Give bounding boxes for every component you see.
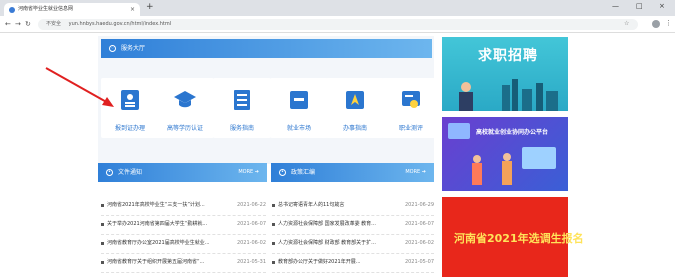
list-item[interactable]: 河南省教育厅关于组织开展第五届河南省“... 2021-05-31 <box>101 254 266 273</box>
list-item[interactable]: 河南省2021年高校毕业生“三支一扶”计划... 2021-06-22 <box>101 197 266 216</box>
tab-title: 河南省毕业生就业信息网 <box>18 6 74 12</box>
list-item[interactable]: 教育部办公厅关于做好2021年开展... 2021-05-07 <box>272 254 434 273</box>
browser-tab[interactable]: 河南省毕业生就业信息网 × <box>4 3 140 16</box>
browser-menu-icon[interactable]: ⋮ <box>665 19 672 27</box>
new-tab-button[interactable]: + <box>146 2 154 12</box>
service-item-label: 服务指南 <box>229 125 254 132</box>
notices-header: • 文件通知 MORE ➔ <box>98 163 267 182</box>
maximize-button[interactable]: □ <box>636 2 643 10</box>
notices-list: 河南省2021年高校毕业生“三支一扶”计划... 2021-06-22 关于举办2… <box>101 197 266 273</box>
book-icon: • <box>279 169 286 176</box>
service-item-label: 就业市场 <box>286 125 311 132</box>
service-item-job-market[interactable]: 就业市场 <box>270 78 328 138</box>
service-item-service-guide[interactable]: 服务指南 <box>213 78 271 138</box>
service-item-label: 办事指南 <box>342 125 367 132</box>
url-text: yun.hnbys.haedu.gov.cn/html/index.html <box>68 21 172 27</box>
list-item[interactable]: 总书记寄语青年人的11句箴言 2021-06-29 <box>272 197 434 216</box>
site-favicon-icon <box>9 7 15 13</box>
minimize-button[interactable]: — <box>612 2 619 10</box>
notices-title: 文件通知 <box>118 169 143 176</box>
profile-avatar[interactable] <box>652 20 660 28</box>
bullet-icon <box>272 261 275 264</box>
policies-header: • 政策汇编 MORE ➔ <box>271 163 434 182</box>
bullet-icon <box>272 223 275 226</box>
job-fair-banner[interactable]: 求职招聘 <box>442 37 568 111</box>
service-hall-header: ♡ 服务大厅 <box>101 39 432 58</box>
id-card-icon <box>121 90 139 110</box>
bullet-icon <box>101 204 104 207</box>
bullet-icon <box>101 223 104 226</box>
bullet-icon <box>101 261 104 264</box>
bookmark-star-icon[interactable]: ☆ <box>624 20 629 27</box>
tab-close-icon[interactable]: × <box>130 3 135 16</box>
selection-title: 河南省2021年选调生报名 <box>454 232 584 245</box>
platform-title: 高校就业创业协同办公平台 <box>476 129 549 136</box>
bullet-icon <box>101 242 104 245</box>
forward-icon[interactable]: → <box>15 20 21 28</box>
document-list-icon <box>234 90 250 110</box>
close-window-button[interactable]: × <box>659 2 665 10</box>
annotation-arrow-icon <box>45 67 114 107</box>
graduation-cap-icon <box>174 91 196 108</box>
list-item[interactable]: 关于举办2021河南省第四届大学生“勤耕就... 2021-06-07 <box>101 216 266 235</box>
heart-icon: ♡ <box>109 45 116 52</box>
selection-banner[interactable]: 河南省2021年选调生报名 <box>442 197 584 277</box>
list-item[interactable]: 人力资源社会保障部 国家发展改革委 教育... 2021-06-07 <box>272 216 434 235</box>
url-field[interactable]: 不安全 yun.hnbys.haedu.gov.cn/html/index.ht… <box>38 19 638 30</box>
browser-tab-bar: 河南省毕业生就业信息网 × + — □ × <box>0 0 675 16</box>
service-item-label: 职业测评 <box>398 125 423 132</box>
list-item[interactable]: 人力资源社会保障部 财政部 教育部关于扩... 2021-06-02 <box>272 235 434 254</box>
address-bar: ← → ↻ 不安全 yun.hnbys.haedu.gov.cn/html/in… <box>0 16 675 33</box>
policies-title: 政策汇编 <box>291 169 316 176</box>
bookmark-icon <box>290 91 308 109</box>
platform-banner[interactable]: 高校就业创业协同办公平台 <box>442 117 568 191</box>
notices-more-link[interactable]: MORE ➔ <box>238 163 259 182</box>
reload-icon[interactable]: ↻ <box>25 20 31 28</box>
service-hall-title: 服务大厅 <box>121 45 146 52</box>
service-item-procedure-guide[interactable]: 办事指南 <box>326 78 384 138</box>
policies-list: 总书记寄语青年人的11句箴言 2021-06-29 人力资源社会保障部 国家发展改… <box>272 197 434 273</box>
policies-more-link[interactable]: MORE ➔ <box>405 163 426 182</box>
back-icon[interactable]: ← <box>5 20 11 28</box>
navigation-icon <box>346 91 364 109</box>
security-warning[interactable]: 不安全 <box>46 21 61 27</box>
certificate-icon <box>402 91 420 108</box>
bullet-icon <box>272 242 275 245</box>
service-item-degree-cert[interactable]: 高等学历认证 <box>156 78 214 138</box>
bullet-icon <box>272 204 275 207</box>
bell-icon: • <box>106 169 113 176</box>
service-item-career-assessment[interactable]: 职业测评 <box>382 78 440 138</box>
service-item-label: 报到证办理 <box>114 125 145 132</box>
city-skyline-icon <box>459 79 558 111</box>
list-item[interactable]: 河南省教育厅办公室2021届高校毕业生就业... 2021-06-02 <box>101 235 266 254</box>
service-item-label: 高等学历认证 <box>166 125 203 132</box>
job-fair-title: 求职招聘 <box>478 48 538 64</box>
